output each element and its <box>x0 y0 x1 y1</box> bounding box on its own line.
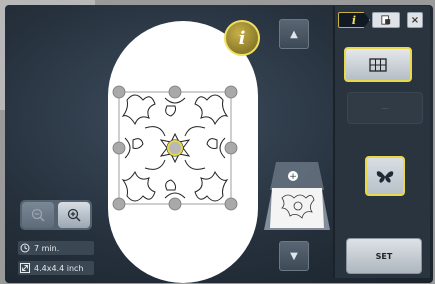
motif-button[interactable] <box>365 156 405 196</box>
close-button[interactable]: × <box>407 12 423 28</box>
disabled-button-label: — <box>381 104 389 112</box>
center-handle[interactable] <box>167 140 183 156</box>
design-size: 4.4x4.4 inch <box>34 263 84 273</box>
clock-icon <box>20 243 30 253</box>
chevron-down-icon: ▼ <box>290 250 298 262</box>
resize-handle-right[interactable] <box>224 141 238 155</box>
design-preview[interactable]: + <box>262 154 332 234</box>
resize-handle-top-left[interactable] <box>112 85 126 99</box>
close-icon: × <box>410 14 420 26</box>
butterfly-icon <box>376 170 394 183</box>
panel-tabs: i <box>338 12 400 28</box>
set-button-label: SET <box>375 251 393 261</box>
preview-badge: + <box>289 172 297 182</box>
resize-icon <box>20 263 30 273</box>
embroidery-design[interactable] <box>105 78 245 218</box>
resize-handle-bottom[interactable] <box>168 197 182 211</box>
info-button[interactable]: i <box>224 20 260 56</box>
resize-handle-top[interactable] <box>168 85 182 99</box>
chevron-up-icon: ▲ <box>290 28 298 40</box>
resize-handle-left[interactable] <box>112 141 126 155</box>
grid-icon <box>369 57 387 72</box>
disabled-button: — <box>347 92 423 124</box>
stitch-time: 7 min. <box>34 243 60 253</box>
design-size-row: 4.4x4.4 inch <box>18 261 94 275</box>
resize-handle-top-right[interactable] <box>224 85 238 99</box>
tab-design[interactable] <box>372 12 400 28</box>
zoom-controls <box>20 200 92 230</box>
tab-info[interactable]: i <box>338 12 370 28</box>
set-button[interactable]: SET <box>346 238 422 274</box>
resize-handle-bottom-left[interactable] <box>112 197 126 211</box>
zoom-in-button[interactable] <box>58 202 90 228</box>
info-glyph: i <box>238 27 246 49</box>
stitch-time-row: 7 min. <box>18 241 94 255</box>
resize-handle-bottom-right[interactable] <box>224 197 238 211</box>
grid-button[interactable] <box>344 47 412 82</box>
scroll-down-button[interactable]: ▼ <box>279 241 309 271</box>
tab-info-label: i <box>351 13 357 27</box>
zoom-out-button[interactable] <box>22 202 54 228</box>
scroll-up-button[interactable]: ▲ <box>279 19 309 49</box>
zoom-in-icon <box>67 208 81 222</box>
document-icon <box>381 15 391 25</box>
zoom-out-icon <box>31 208 45 222</box>
